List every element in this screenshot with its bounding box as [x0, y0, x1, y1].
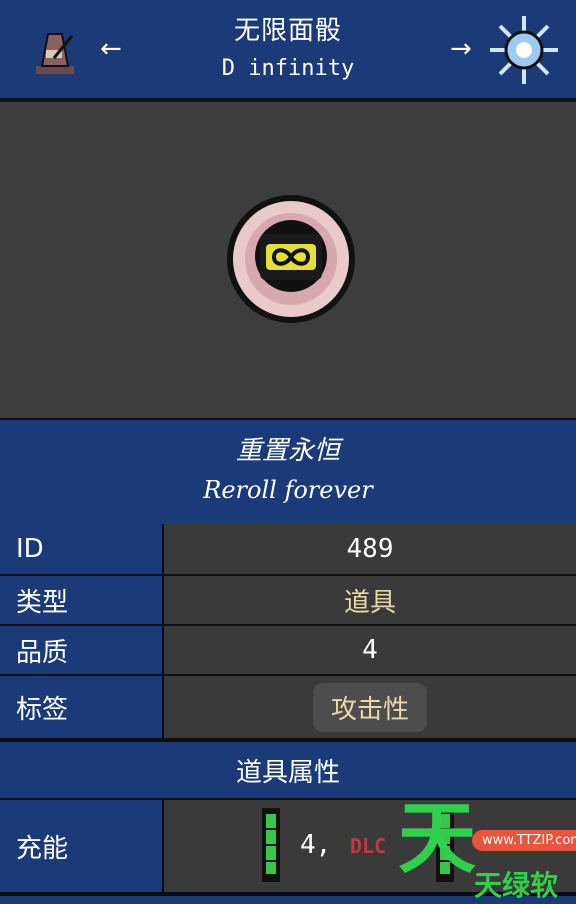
info-row-quality: 品质 4: [0, 626, 576, 674]
section-title: 道具属性: [0, 742, 576, 798]
watermark-url: www.TTZIP.com: [472, 830, 576, 851]
header: ← 无限面骰 D infinity →: [0, 0, 576, 100]
tag-chip[interactable]: 攻击性: [312, 682, 427, 732]
item-quote-en: Reroll forever: [203, 476, 373, 504]
row-label: 类型: [0, 576, 162, 624]
watermark-text: 天绿软: [474, 869, 559, 902]
charge-amount: 4,: [300, 830, 332, 860]
star-burst-icon[interactable]: [486, 12, 562, 88]
row-label: 品质: [0, 626, 162, 674]
dlc-badge: DLC: [350, 834, 387, 858]
row-value: 489: [164, 524, 576, 574]
info-row-tags: 标签 攻击性: [0, 676, 576, 738]
row-value: 4: [164, 626, 576, 674]
item-quote-zh: 重置永恒: [235, 436, 340, 466]
info-row-type: 类型 道具: [0, 576, 576, 624]
row-label: ID: [0, 524, 162, 574]
next-arrow[interactable]: →: [450, 34, 472, 64]
row-value[interactable]: 道具: [164, 576, 576, 624]
watermark-logo: 天: [398, 794, 477, 884]
item-name-block: 重置永恒 Reroll forever: [0, 420, 576, 524]
info-row-id: ID 489: [0, 524, 576, 574]
row-label: 标签: [0, 676, 162, 738]
d-infinity-icon: [227, 195, 355, 323]
battery-icon: [262, 808, 280, 882]
item-image-area: [0, 100, 576, 420]
row-label: 充能: [0, 800, 162, 892]
tag-container: 攻击性: [164, 676, 576, 738]
